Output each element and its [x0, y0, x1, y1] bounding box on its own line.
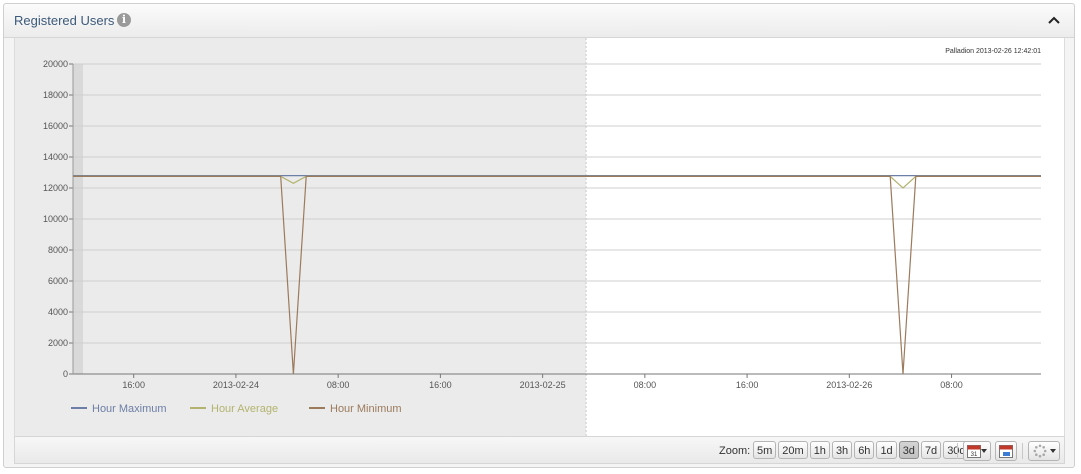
- registered-users-panel: Registered Users i 0 2000 4000 6000 8000 1000…: [3, 3, 1075, 468]
- calendar-icon: 31: [967, 445, 981, 458]
- chart-area: 0 2000 4000 6000 8000 10000 12000 14000 16000 180…: [14, 38, 1065, 436]
- x-tick-label: 16:00: [122, 380, 145, 390]
- toolbar-divider: [1022, 443, 1023, 459]
- x-tick-label: 2013-02-25: [520, 380, 566, 390]
- x-tick-label: 08:00: [940, 380, 963, 390]
- panel-title: Registered Users: [14, 13, 115, 28]
- calendar-day-text: 31: [971, 452, 978, 458]
- toolbar-divider: [957, 443, 958, 459]
- chart-annotation: Palladion 2013-02-26 12:42:01: [945, 48, 1041, 55]
- spinner-gear-icon: [1033, 444, 1047, 458]
- panel-header: Registered Users i: [4, 4, 1074, 38]
- x-tick-label: 2013-02-26: [826, 380, 872, 390]
- y-tick-label: 10000: [43, 214, 68, 224]
- y-tick-label: 14000: [43, 152, 68, 162]
- y-tick-label: 2000: [48, 338, 68, 348]
- y-tick-label: 6000: [48, 276, 68, 286]
- legend-label[interactable]: Hour Minimum: [330, 403, 402, 415]
- y-tick-label: 12000: [43, 183, 68, 193]
- y-tick-label: 0: [63, 369, 68, 379]
- past-period-shade: [15, 38, 587, 436]
- x-tick-label: 08:00: [327, 380, 350, 390]
- legend-label[interactable]: Hour Average: [211, 403, 278, 415]
- calendar-export-icon: [999, 445, 1013, 458]
- zoom-button-1d[interactable]: 1d: [876, 441, 897, 459]
- y-tick-label: 20000: [43, 59, 68, 69]
- zoom-label: Zoom:: [719, 445, 751, 457]
- zoom-button-3h[interactable]: 3h: [831, 441, 853, 459]
- x-tick-label: 16:00: [736, 380, 759, 390]
- zoom-button-1h[interactable]: 1h: [809, 441, 830, 459]
- line-chart: 0 2000 4000 6000 8000 10000 12000 14000 16000 180…: [15, 38, 1041, 436]
- date-picker-button[interactable]: 31: [963, 441, 991, 461]
- y-tick-label: 8000: [48, 245, 68, 255]
- zoom-button-6h[interactable]: 6h: [854, 441, 875, 459]
- collapse-chevron-icon[interactable]: [1046, 12, 1062, 28]
- y-tick-label: 16000: [43, 121, 68, 131]
- x-tick-label: 08:00: [634, 380, 657, 390]
- x-tick-label: 2013-02-24: [213, 380, 259, 390]
- zoom-button-5m[interactable]: 5m: [753, 441, 777, 459]
- zoom-button-3d[interactable]: 3d: [898, 441, 919, 459]
- export-button[interactable]: [995, 441, 1017, 461]
- y-tick-label: 4000: [48, 307, 68, 317]
- chart-toolbar: Zoom: 5m20m1h3h6h1d3d7d30d 31: [14, 436, 1065, 464]
- zoom-button-20m[interactable]: 20m: [778, 441, 808, 459]
- legend-label[interactable]: Hour Maximum: [92, 403, 167, 415]
- zoom-buttons: 5m20m1h3h6h1d3d7d30d: [753, 441, 970, 459]
- x-tick-label: 16:00: [429, 380, 452, 390]
- info-icon[interactable]: i: [117, 13, 131, 27]
- zoom-button-7d[interactable]: 7d: [920, 441, 942, 459]
- y-tick-label: 18000: [43, 90, 68, 100]
- settings-button[interactable]: [1028, 441, 1060, 461]
